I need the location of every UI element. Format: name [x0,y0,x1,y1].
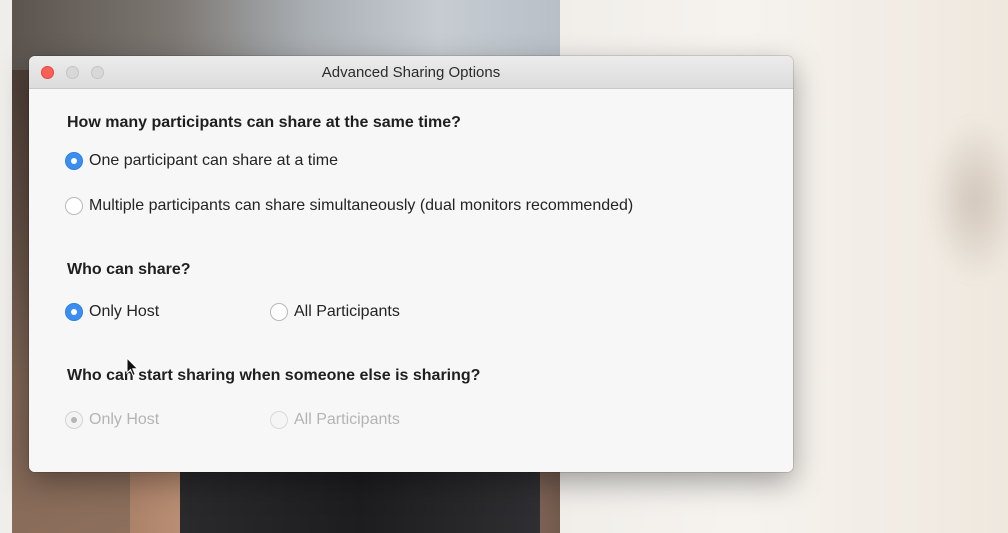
heading-simultaneous-share: How many participants can share at the s… [67,114,461,131]
background-shirt [180,470,540,533]
radio-unselected-disabled-icon [270,411,288,429]
radio-one-participant[interactable]: One participant can share at a time [65,152,338,170]
radio-start-sharing-all-participants: All Participants [270,411,400,429]
advanced-sharing-dialog: Advanced Sharing Options How many partic… [29,56,793,472]
radio-selected-icon [65,303,83,321]
radio-unselected-icon [65,197,83,215]
radio-label: Only Host [89,411,160,428]
radio-unselected-icon [270,303,288,321]
background-edge [0,0,12,533]
radio-selected-icon [65,152,83,170]
radio-who-can-share-all-participants[interactable]: All Participants [270,303,400,321]
radio-label: Multiple participants can share simultan… [89,197,634,214]
radio-who-can-share-only-host[interactable]: Only Host [65,303,159,321]
arrow-cursor-icon [126,357,139,377]
radio-selected-disabled-icon [65,411,83,429]
radio-label: All Participants [294,303,400,320]
dialog-title: Advanced Sharing Options [321,64,501,81]
title-bar[interactable]: Advanced Sharing Options [29,56,793,89]
radio-label: All Participants [294,411,400,428]
radio-label: Only Host [89,303,160,320]
radio-multiple-participants[interactable]: Multiple participants can share simultan… [65,197,633,215]
radio-label: One participant can share at a time [89,152,339,169]
heading-who-can-share: Who can share? [67,261,191,278]
dialog-content: How many participants can share at the s… [29,89,793,472]
radio-start-sharing-only-host: Only Host [65,411,159,429]
background-shadow [930,120,1008,280]
